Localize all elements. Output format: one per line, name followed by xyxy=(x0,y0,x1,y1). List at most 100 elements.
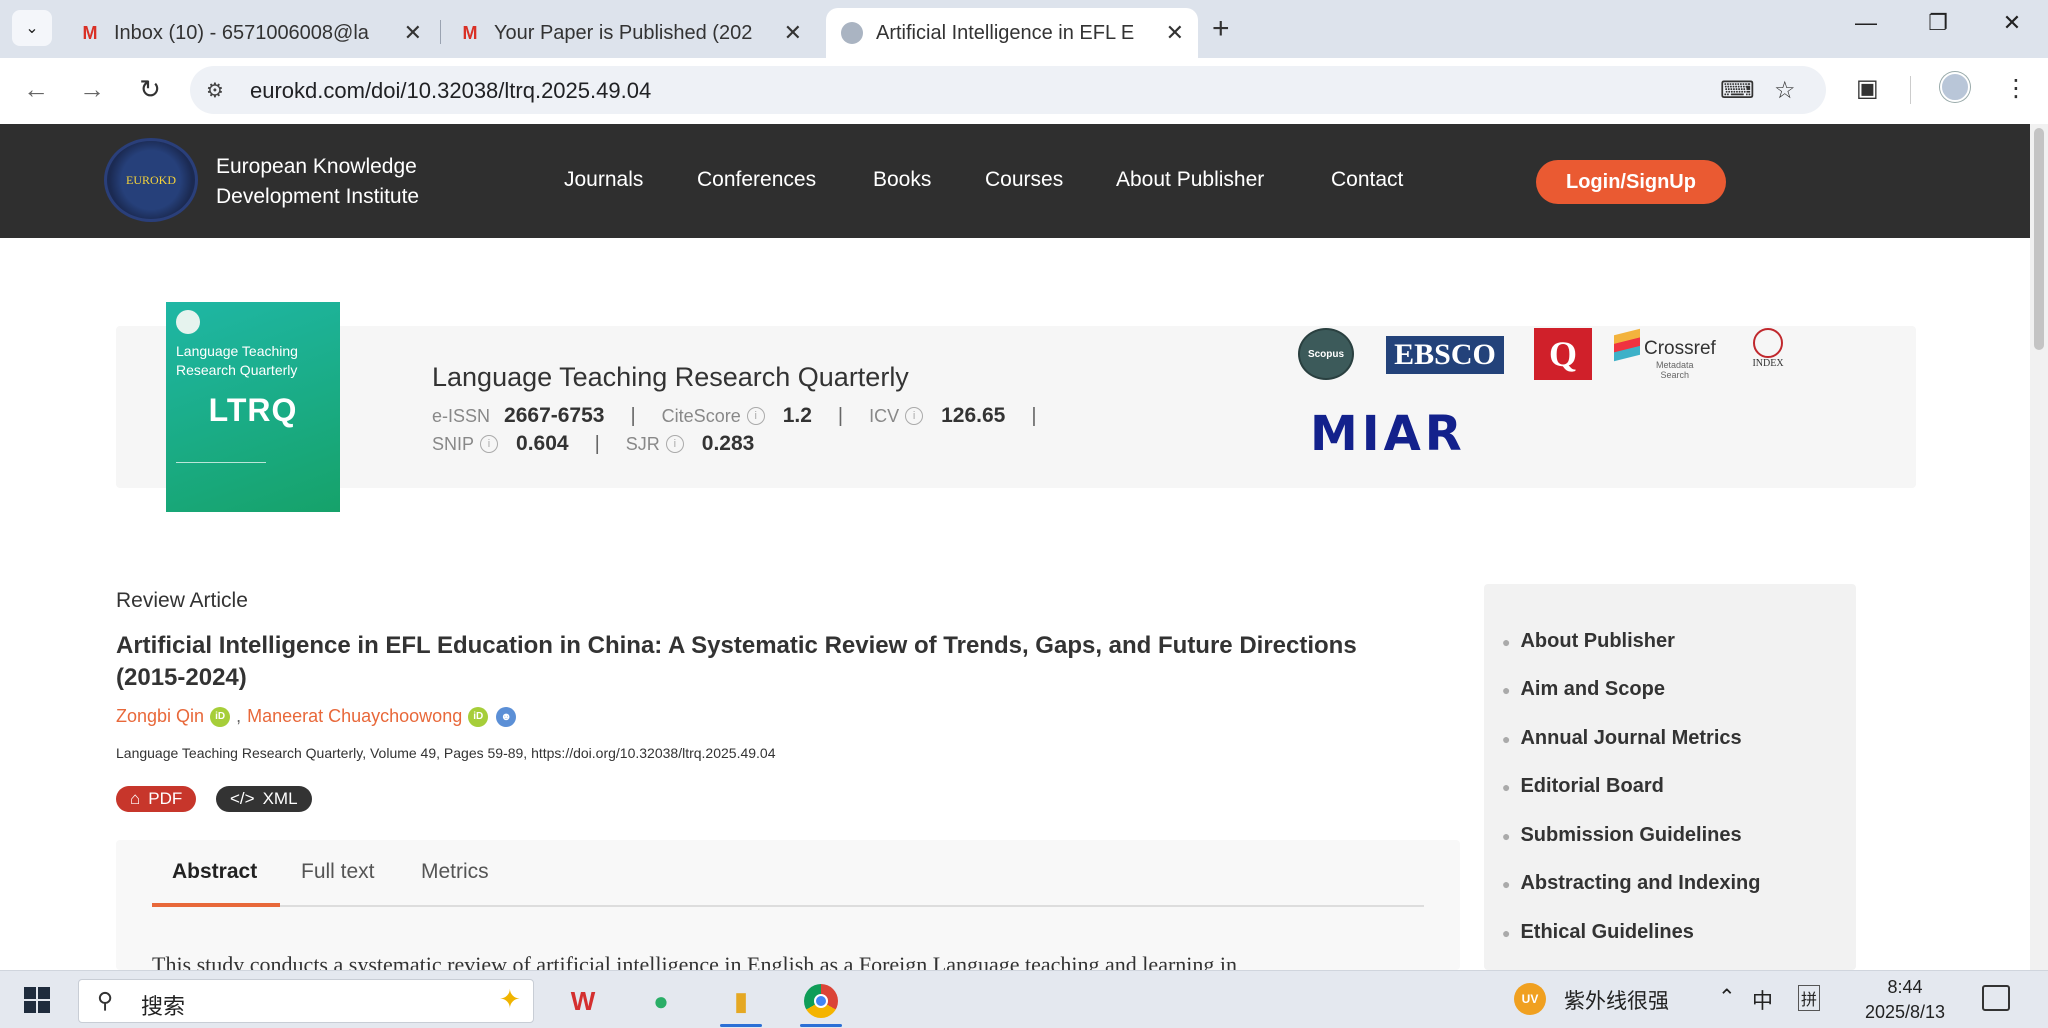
icv-label: ICV xyxy=(869,405,900,426)
translate-icon[interactable]: ⌨ xyxy=(1720,76,1755,105)
show-hidden-icons-chevron-icon[interactable]: ⌃ xyxy=(1718,985,1736,1009)
xml-download-button[interactable]: </> XML xyxy=(216,786,312,812)
info-icon[interactable]: i xyxy=(905,407,924,425)
code-icon: </> xyxy=(230,789,255,808)
taskbar-search-box[interactable]: ⚲ 搜索 ✦ xyxy=(78,979,534,1023)
windows-start-icon[interactable] xyxy=(24,987,50,1013)
nav-about-publisher[interactable]: About Publisher xyxy=(1116,168,1264,192)
info-icon[interactable]: i xyxy=(665,435,684,453)
back-arrow-icon[interactable]: ← xyxy=(18,74,54,105)
ime-layout-indicator[interactable]: 拼 xyxy=(1798,985,1821,1011)
crossref-sub-line-2: Search xyxy=(1660,370,1690,380)
tab-abstract[interactable]: Abstract xyxy=(172,860,257,884)
q-index-logo[interactable]: Q xyxy=(1534,328,1592,380)
system-clock[interactable]: 8:44 2025/8/13 xyxy=(1850,975,1960,1025)
weather-status-text[interactable]: 紫外线很强 xyxy=(1564,985,1669,1015)
browser-tab-inbox[interactable]: M Inbox (10) - 6571006008@la ✕ xyxy=(64,8,436,58)
close-tab-icon[interactable]: ✕ xyxy=(404,20,422,46)
nav-journals[interactable]: Journals xyxy=(564,168,643,192)
author-link[interactable]: Maneerat Chuaychoowong xyxy=(247,706,462,727)
browser-tab-published[interactable]: M Your Paper is Published (202 ✕ xyxy=(444,8,816,58)
wechat-icon[interactable]: ● xyxy=(632,979,690,1023)
chrome-icon[interactable] xyxy=(792,979,850,1027)
uv-weather-icon[interactable]: UV xyxy=(1514,983,1546,1015)
close-tab-icon[interactable]: ✕ xyxy=(784,20,802,46)
notification-center-icon[interactable] xyxy=(1982,985,2010,1011)
browser-tab-article[interactable]: Artificial Intelligence in EFL E ✕ xyxy=(826,8,1198,58)
forward-arrow-icon[interactable]: → xyxy=(74,74,110,105)
crossref-mark-icon xyxy=(1614,328,1640,362)
file-explorer-icon[interactable]: ▮ xyxy=(712,979,770,1027)
close-window-icon[interactable]: ✕ xyxy=(1992,10,2032,36)
scopus-logo[interactable]: Scopus xyxy=(1298,328,1354,380)
author-link[interactable]: Zongbi Qin xyxy=(116,706,204,727)
address-bar[interactable]: ⚙ eurokd.com/doi/10.32038/ltrq.2025.49.0… xyxy=(190,66,1826,114)
snip-label: SNIP xyxy=(432,433,475,454)
login-signup-button[interactable]: Login/SignUp xyxy=(1536,160,1726,204)
pdf-download-button[interactable]: ⌂ PDF xyxy=(116,786,197,812)
sidebar-item-aim-scope[interactable]: ● Aim and Scope xyxy=(1502,678,1665,701)
corresponding-author-icon[interactable]: ☻ xyxy=(496,706,517,727)
journal-title[interactable]: Language Teaching Research Quarterly xyxy=(432,362,909,393)
info-icon[interactable]: i xyxy=(746,407,765,425)
wps-office-icon[interactable]: W xyxy=(554,979,612,1023)
pdf-icon: ⌂ xyxy=(130,789,141,808)
tab-full-text[interactable]: Full text xyxy=(301,860,375,884)
sidebar-item-editorial-board[interactable]: ● Editorial Board xyxy=(1502,775,1664,798)
bullet-icon: ● xyxy=(1502,924,1511,941)
extensions-icon[interactable]: ▣ xyxy=(1856,74,1879,103)
toolbar-divider xyxy=(1910,76,1911,104)
ime-mode-indicator[interactable]: 中 xyxy=(1752,985,1773,1015)
tab-search-chevron-icon[interactable]: ⌄ xyxy=(12,10,52,46)
author-separator: , xyxy=(236,706,242,726)
nav-contact[interactable]: Contact xyxy=(1331,168,1403,192)
sidebar-item-ethical-guidelines[interactable]: ● Ethical Guidelines xyxy=(1502,921,1694,944)
reload-icon[interactable]: ↻ xyxy=(132,74,168,105)
ebsco-logo[interactable]: EBSCO xyxy=(1386,336,1504,374)
nav-courses[interactable]: Courses xyxy=(985,168,1063,192)
scrollbar-thumb[interactable] xyxy=(2034,128,2044,350)
browser-toolbar: ← → ↻ ⚙ eurokd.com/doi/10.32038/ltrq.202… xyxy=(0,58,2048,122)
orcid-icon[interactable]: iD xyxy=(210,706,231,727)
bookmark-star-icon[interactable]: ☆ xyxy=(1774,76,1796,105)
sidebar-item-annual-metrics[interactable]: ● Annual Journal Metrics xyxy=(1502,727,1742,750)
sidebar-item-about-publisher[interactable]: ● About Publisher xyxy=(1502,630,1675,653)
brand-name[interactable]: European Knowledge Development Institute xyxy=(216,152,419,212)
abstract-text: This study conducts a systematic review … xyxy=(152,952,1238,970)
sjr-label: SJR xyxy=(625,433,660,454)
snip-value: 0.604 xyxy=(516,432,569,455)
info-icon[interactable]: i xyxy=(480,435,499,453)
windows-taskbar: ⚲ 搜索 ✦ W ● ▮ UV 紫外线很强 ⌃ 中 拼 8:44 2025/8/… xyxy=(0,970,2048,1028)
site-header: EUROKD European Knowledge Development In… xyxy=(0,124,2030,238)
new-tab-plus-icon[interactable]: + xyxy=(1212,12,1230,46)
url-text[interactable]: eurokd.com/doi/10.32038/ltrq.2025.49.04 xyxy=(250,78,651,104)
journal-cover-image[interactable]: Language Teaching Research Quarterly LTR… xyxy=(166,302,340,512)
xml-label: XML xyxy=(262,789,298,808)
nav-books[interactable]: Books xyxy=(873,168,931,192)
more-menu-icon[interactable]: ⋮ xyxy=(2004,74,2028,103)
tab-title: Your Paper is Published (202 xyxy=(494,21,753,44)
page-scrollbar[interactable] xyxy=(2030,124,2048,970)
profile-avatar[interactable] xyxy=(1940,72,1970,102)
index-copernicus-logo[interactable]: INDEX xyxy=(1744,328,1792,380)
sidebar-item-submission-guidelines[interactable]: ● Submission Guidelines xyxy=(1502,824,1742,847)
site-info-icon[interactable]: ⚙ xyxy=(206,78,224,103)
tabs-divider xyxy=(152,905,1424,907)
close-tab-icon[interactable]: ✕ xyxy=(1166,20,1184,46)
miar-logo[interactable]: MIAR xyxy=(1310,406,1466,462)
nav-conferences[interactable]: Conferences xyxy=(697,168,816,192)
tab-metrics[interactable]: Metrics xyxy=(421,860,489,884)
minimize-icon[interactable]: — xyxy=(1846,10,1886,36)
restore-icon[interactable]: ❐ xyxy=(1918,10,1958,36)
orcid-icon[interactable]: iD xyxy=(468,706,489,727)
pdf-label: PDF xyxy=(148,789,183,808)
eurokd-logo[interactable]: EUROKD xyxy=(104,138,198,222)
crossref-logo[interactable]: Crossref Metadata Search xyxy=(1614,328,1724,380)
search-placeholder: 搜索 xyxy=(141,995,186,1020)
bullet-icon: ● xyxy=(1502,875,1511,892)
metric-divider: | xyxy=(1031,404,1037,427)
metric-divider: | xyxy=(837,404,844,427)
bullet-icon: ● xyxy=(1502,778,1511,795)
sidebar-item-abstracting-indexing[interactable]: ● Abstracting and Indexing xyxy=(1502,872,1761,895)
tab-title: Artificial Intelligence in EFL E xyxy=(876,21,1135,44)
